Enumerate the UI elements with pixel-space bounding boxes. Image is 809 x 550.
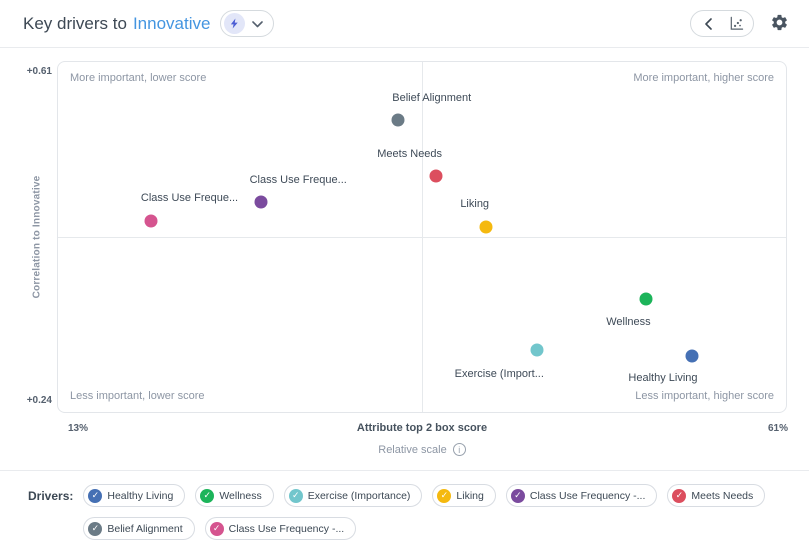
drivers-row: Drivers: ✓ Healthy Living ✓ Wellness ✓ Exerci… [28, 484, 783, 540]
check-icon: ✓ [672, 489, 686, 503]
chevron-down-icon [252, 16, 263, 31]
widget-header: Key drivers to Innovative [0, 0, 809, 48]
driver-chip[interactable]: ✓ Healthy Living [83, 484, 185, 507]
data-point-liking[interactable] [479, 220, 492, 233]
drivers-legend: ✓ Healthy Living ✓ Wellness ✓ Exercise (Impor… [83, 484, 783, 540]
x-axis-tick-max: 61% [744, 423, 788, 434]
view-toggle [690, 10, 754, 37]
quadrant-label-bottom-left: Less important, lower score [70, 390, 205, 402]
key-drivers-widget: Key drivers to Innovative [0, 0, 809, 550]
quadrant-horizontal-divider [58, 237, 786, 238]
scatter-view-button[interactable] [722, 11, 749, 36]
quadrant-label-top-right: More important, higher score [633, 72, 774, 84]
metric-selector-dropdown[interactable] [220, 10, 274, 37]
check-icon: ✓ [289, 489, 303, 503]
driver-chip[interactable]: ✓ Wellness [195, 484, 273, 507]
gear-icon [770, 13, 789, 35]
driver-chip-label: Healthy Living [107, 490, 173, 502]
driver-chip[interactable]: ✓ Belief Alignment [83, 517, 194, 540]
title-prefix: Key drivers to [23, 14, 127, 34]
data-point-label: Healthy Living [628, 372, 697, 384]
driver-chip-label: Class Use Frequency -... [229, 523, 345, 535]
data-point-exercise-importance[interactable] [531, 343, 544, 356]
x-axis-title: Attribute top 2 box score [57, 422, 787, 434]
driver-chip-label: Exercise (Importance) [308, 490, 411, 502]
data-point-healthy-living[interactable] [685, 350, 698, 363]
driver-chip[interactable]: ✓ Class Use Frequency -... [506, 484, 658, 507]
driver-chip-label: Wellness [219, 490, 261, 502]
page-title: Key drivers to Innovative [23, 10, 274, 37]
data-point-label: Class Use Freque... [141, 192, 238, 204]
data-point-label: Class Use Freque... [250, 174, 347, 186]
check-icon: ✓ [88, 522, 102, 536]
plot-area: More important, lower score More importa… [57, 61, 787, 413]
data-point-wellness[interactable] [640, 293, 653, 306]
data-point-label: Belief Alignment [392, 92, 471, 104]
data-point-label: Exercise (Import... [455, 368, 544, 380]
driver-chip-label: Belief Alignment [107, 523, 182, 535]
scale-note: Relative scale i [57, 443, 787, 456]
quadrant-label-bottom-right: Less important, higher score [635, 390, 774, 402]
header-actions [690, 10, 789, 37]
driver-chip-label: Liking [456, 490, 483, 502]
driver-chip[interactable]: ✓ Exercise (Importance) [284, 484, 423, 507]
data-point-label: Meets Needs [377, 148, 442, 160]
check-icon: ✓ [88, 489, 102, 503]
section-divider [0, 470, 809, 471]
data-point-belief-alignment[interactable] [391, 113, 404, 126]
y-axis-tick-max: +0.61 [14, 66, 52, 77]
check-icon: ✓ [200, 489, 214, 503]
settings-button[interactable] [770, 13, 789, 35]
data-point-label: Wellness [606, 316, 650, 328]
back-button[interactable] [695, 11, 722, 36]
data-point-class-use-frequency-1[interactable] [255, 196, 268, 209]
info-icon[interactable]: i [453, 443, 466, 456]
quadrant-label-top-left: More important, lower score [70, 72, 206, 84]
data-point-meets-needs[interactable] [429, 170, 442, 183]
metric-name: Innovative [133, 14, 211, 34]
driver-chip[interactable]: ✓ Class Use Frequency -... [205, 517, 357, 540]
driver-chip[interactable]: ✓ Liking [432, 484, 495, 507]
lightning-icon [224, 13, 245, 34]
y-axis-tick-min: +0.24 [14, 395, 52, 406]
data-point-label: Liking [460, 198, 489, 210]
check-icon: ✓ [210, 522, 224, 536]
driver-chip-label: Class Use Frequency -... [530, 490, 646, 502]
check-icon: ✓ [511, 489, 525, 503]
data-point-class-use-frequency-2[interactable] [144, 214, 157, 227]
check-icon: ✓ [437, 489, 451, 503]
y-axis-title: Correlation to Innovative [32, 176, 43, 299]
drivers-label: Drivers: [28, 484, 73, 503]
driver-chip-label: Meets Needs [691, 490, 753, 502]
scale-note-text: Relative scale [378, 444, 446, 456]
driver-chip[interactable]: ✓ Meets Needs [667, 484, 765, 507]
